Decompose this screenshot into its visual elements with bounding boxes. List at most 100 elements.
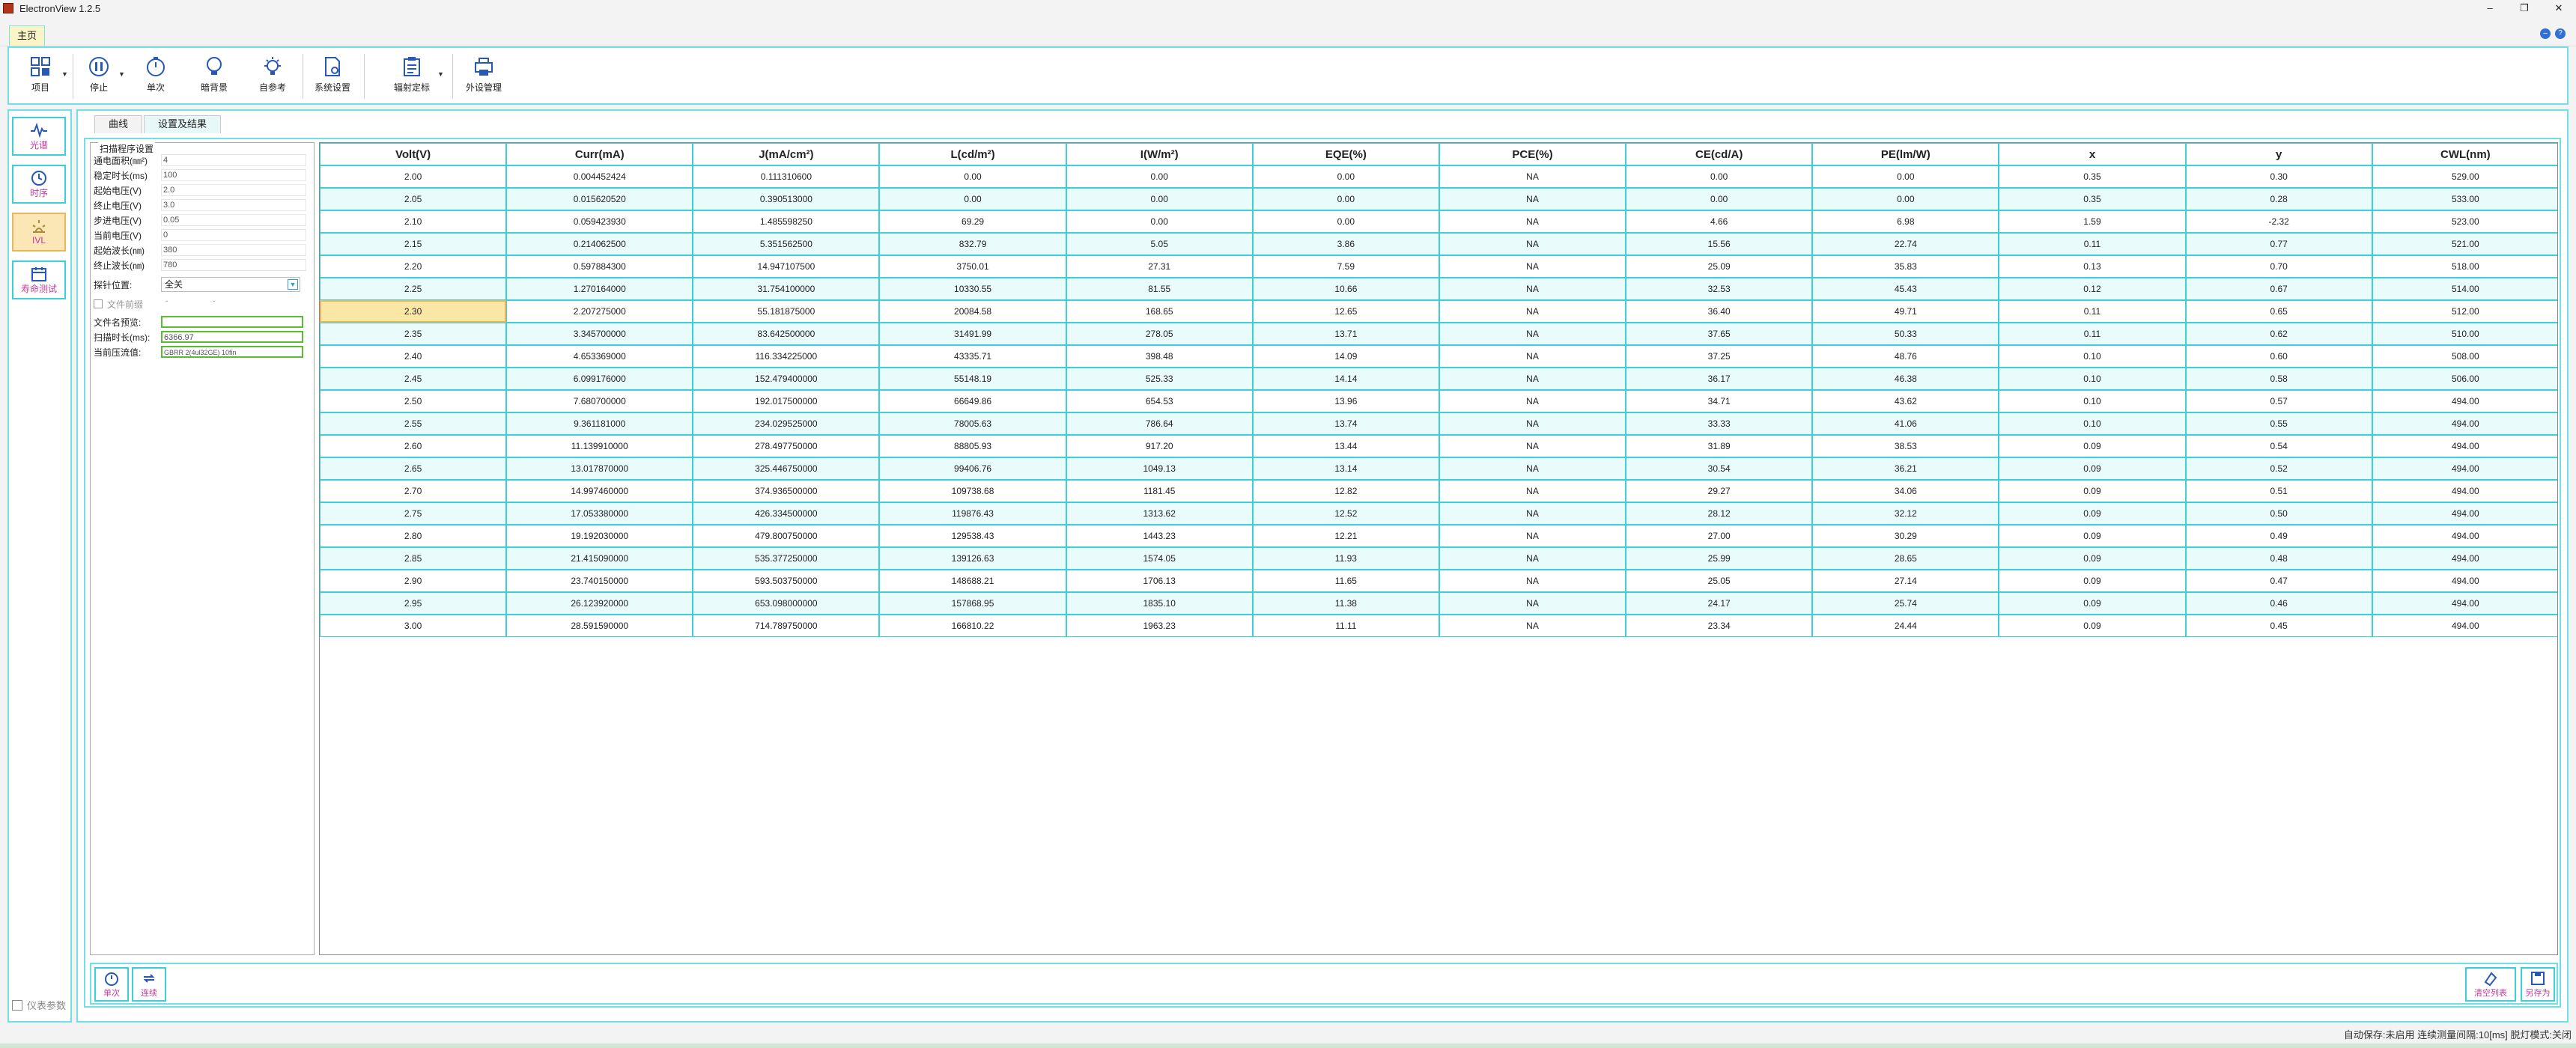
table-cell[interactable]: 0.214062500 bbox=[506, 233, 693, 255]
table-cell[interactable]: 20084.58 bbox=[879, 300, 1066, 323]
table-cell[interactable]: 32.53 bbox=[1626, 278, 1813, 300]
table-cell[interactable]: 0.059423930 bbox=[506, 210, 693, 233]
table-cell[interactable]: 529.00 bbox=[2372, 165, 2557, 188]
table-cell[interactable]: NA bbox=[1439, 502, 1626, 525]
prefix-dropdown-icon[interactable]: ˇ bbox=[165, 300, 168, 308]
table-cell[interactable]: 0.11 bbox=[1999, 323, 2186, 345]
project-dropdown-icon[interactable]: ▼ bbox=[61, 70, 68, 78]
table-cell[interactable]: 0.35 bbox=[1999, 165, 2186, 188]
single-measure-button[interactable]: 单次 bbox=[94, 967, 129, 1002]
table-cell[interactable]: 0.30 bbox=[2185, 165, 2372, 188]
table-cell[interactable]: 786.64 bbox=[1066, 412, 1253, 435]
table-row[interactable]: 2.30 2.207275000 55.181875000 20084.58 168.6… bbox=[320, 300, 2557, 323]
table-cell[interactable]: 23.740150000 bbox=[506, 570, 693, 592]
table-cell[interactable]: 49.71 bbox=[1812, 300, 1999, 323]
table-cell[interactable]: 0.12 bbox=[1999, 278, 2186, 300]
table-cell[interactable]: 508.00 bbox=[2372, 345, 2557, 368]
table-cell[interactable]: 0.51 bbox=[2185, 480, 2372, 502]
table-cell[interactable]: 32.12 bbox=[1812, 502, 1999, 525]
table-cell[interactable]: 0.28 bbox=[2185, 188, 2372, 210]
table-cell[interactable]: 78005.63 bbox=[879, 412, 1066, 435]
table-cell[interactable]: 0.55 bbox=[2185, 412, 2372, 435]
table-cell[interactable]: 1.270164000 bbox=[506, 278, 693, 300]
table-cell[interactable]: 119876.43 bbox=[879, 502, 1066, 525]
clear-list-button[interactable]: 清空列表 bbox=[2465, 967, 2516, 1002]
table-cell[interactable]: 494.00 bbox=[2372, 412, 2557, 435]
table-row[interactable]: 2.75 17.053380000 426.334500000 119876.43 13… bbox=[320, 502, 2557, 525]
table-row[interactable]: 2.65 13.017870000 325.446750000 99406.76 104… bbox=[320, 457, 2557, 480]
table-cell[interactable]: 3.86 bbox=[1252, 233, 1439, 255]
table-cell[interactable]: 25.99 bbox=[1626, 547, 1813, 570]
table-cell[interactable]: 0.10 bbox=[1999, 345, 2186, 368]
table-cell[interactable]: 0.09 bbox=[1999, 435, 2186, 457]
table-cell[interactable]: 9.361181000 bbox=[506, 412, 693, 435]
peripheral-management-button[interactable]: 外设管理 bbox=[461, 55, 506, 94]
system-settings-button[interactable]: 系统设置 bbox=[310, 55, 355, 94]
table-cell[interactable]: 0.11 bbox=[1999, 300, 2186, 323]
table-cell[interactable]: 494.00 bbox=[2372, 457, 2557, 480]
table-cell[interactable]: 11.38 bbox=[1252, 592, 1439, 615]
table-cell[interactable]: 234.029525000 bbox=[693, 412, 880, 435]
table-cell[interactable]: 514.00 bbox=[2372, 278, 2557, 300]
table-cell[interactable]: 494.00 bbox=[2372, 615, 2557, 637]
table-cell[interactable]: 27.14 bbox=[1812, 570, 1999, 592]
table-cell[interactable]: 12.82 bbox=[1252, 480, 1439, 502]
table-cell[interactable]: 13.14 bbox=[1252, 457, 1439, 480]
table-cell[interactable]: 0.00 bbox=[1066, 210, 1253, 233]
table-cell[interactable]: 521.00 bbox=[2372, 233, 2557, 255]
table-cell[interactable]: 0.60 bbox=[2185, 345, 2372, 368]
table-cell[interactable]: 30.54 bbox=[1626, 457, 1813, 480]
sidebar-item-timing[interactable]: 时序 bbox=[12, 165, 66, 204]
table-cell[interactable]: 55.181875000 bbox=[693, 300, 880, 323]
table-cell[interactable]: 2.25 bbox=[320, 278, 507, 300]
table-cell[interactable]: 1963.23 bbox=[1066, 615, 1253, 637]
table-cell[interactable]: 24.17 bbox=[1626, 592, 1813, 615]
table-cell[interactable]: 37.25 bbox=[1626, 345, 1813, 368]
table-cell[interactable]: NA bbox=[1439, 457, 1626, 480]
table-cell[interactable]: 14.09 bbox=[1252, 345, 1439, 368]
table-cell[interactable]: 0.00 bbox=[1252, 188, 1439, 210]
table-cell[interactable]: 27.00 bbox=[1626, 525, 1813, 547]
table-cell[interactable]: 13.71 bbox=[1252, 323, 1439, 345]
table-cell[interactable]: 116.334225000 bbox=[693, 345, 880, 368]
table-cell[interactable]: 0.45 bbox=[2185, 615, 2372, 637]
table-cell[interactable]: 2.60 bbox=[320, 435, 507, 457]
table-cell[interactable]: 0.00 bbox=[1252, 210, 1439, 233]
column-header[interactable]: Volt(V) bbox=[320, 143, 507, 165]
table-cell[interactable]: 3.00 bbox=[320, 615, 507, 637]
table-cell[interactable]: 13.44 bbox=[1252, 435, 1439, 457]
table-cell[interactable]: 11.11 bbox=[1252, 615, 1439, 637]
table-cell[interactable]: 3750.01 bbox=[879, 255, 1066, 278]
table-cell[interactable]: 2.05 bbox=[320, 188, 507, 210]
instrument-params-checkbox[interactable]: 仪表参数 bbox=[12, 998, 66, 1012]
table-cell[interactable]: 2.20 bbox=[320, 255, 507, 278]
file-prefix-checkbox[interactable] bbox=[94, 299, 103, 308]
table-cell[interactable]: 43.62 bbox=[1812, 390, 1999, 412]
table-cell[interactable]: 0.00 bbox=[1626, 165, 1813, 188]
table-cell[interactable]: 166810.22 bbox=[879, 615, 1066, 637]
table-cell[interactable]: 148688.21 bbox=[879, 570, 1066, 592]
start-wavelength-input[interactable]: 380 bbox=[161, 244, 306, 256]
close-button[interactable]: ✕ bbox=[2542, 0, 2576, 16]
table-cell[interactable]: 0.35 bbox=[1999, 188, 2186, 210]
table-cell[interactable]: 30.29 bbox=[1812, 525, 1999, 547]
table-cell[interactable]: 0.00 bbox=[879, 165, 1066, 188]
table-cell[interactable]: 2.95 bbox=[320, 592, 507, 615]
table-cell[interactable]: 7.680700000 bbox=[506, 390, 693, 412]
table-cell[interactable]: 917.20 bbox=[1066, 435, 1253, 457]
table-cell[interactable]: 0.004452424 bbox=[506, 165, 693, 188]
table-cell[interactable]: 0.77 bbox=[2185, 233, 2372, 255]
table-cell[interactable]: 25.74 bbox=[1812, 592, 1999, 615]
column-header[interactable]: J(mA/cm²) bbox=[693, 143, 880, 165]
table-cell[interactable]: 14.14 bbox=[1252, 368, 1439, 390]
table-cell[interactable]: 0.62 bbox=[2185, 323, 2372, 345]
table-cell[interactable]: NA bbox=[1439, 278, 1626, 300]
stop-button[interactable]: 停止 bbox=[76, 55, 121, 94]
table-cell[interactable]: 0.00 bbox=[1626, 188, 1813, 210]
table-cell[interactable]: 22.74 bbox=[1812, 233, 1999, 255]
table-row[interactable]: 2.15 0.214062500 5.351562500 832.79 5.05 3.86… bbox=[320, 233, 2557, 255]
table-cell[interactable]: 55148.19 bbox=[879, 368, 1066, 390]
start-voltage-input[interactable]: 2.0 bbox=[161, 184, 306, 196]
table-cell[interactable]: 506.00 bbox=[2372, 368, 2557, 390]
table-cell[interactable]: 0.47 bbox=[2185, 570, 2372, 592]
